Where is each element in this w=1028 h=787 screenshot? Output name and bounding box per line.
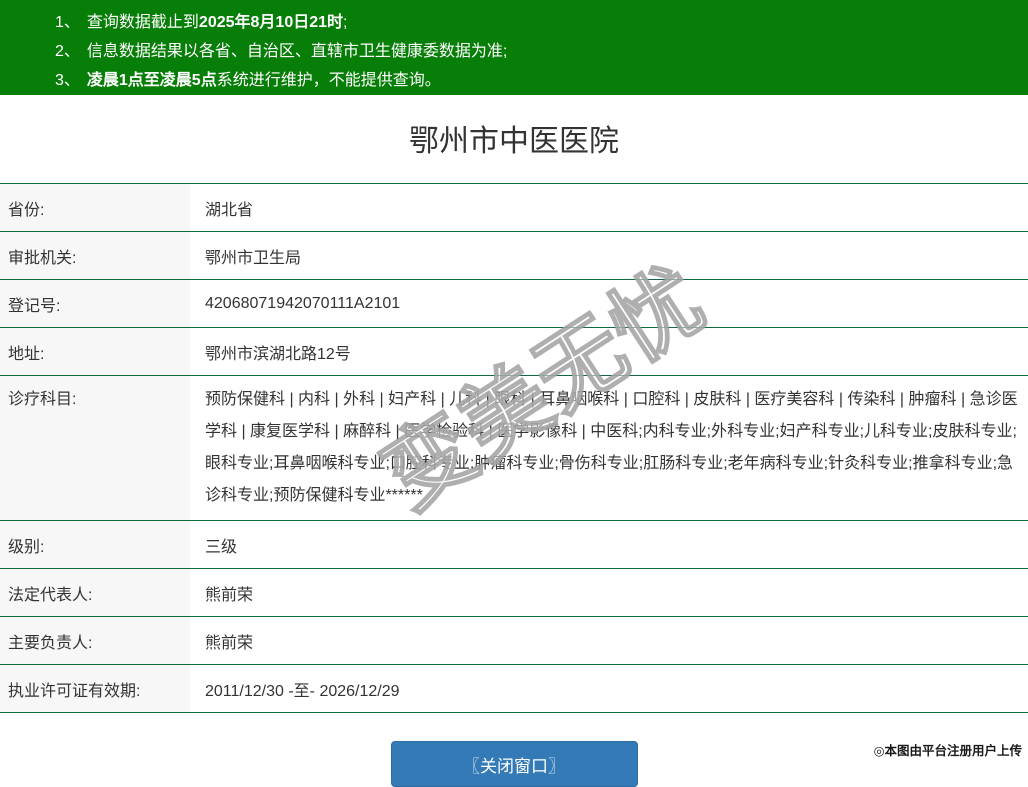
notice-header: 1、 查询数据截止到2025年8月10日21时; 2、 信息数据结果以各省、自治区、… (0, 0, 1028, 95)
table-row-license-validity: 执业许可证有效期: 2011/12/30 -至- 2026/12/29 (0, 664, 1028, 713)
close-window-button[interactable]: 〖关闭窗口〗 (390, 741, 638, 787)
field-label: 登记号: (0, 279, 190, 328)
field-label: 执业许可证有效期: (0, 664, 190, 713)
notice-number: 2、 (55, 43, 80, 60)
notice-text-bold: 2025年8月10日21时 (198, 14, 344, 31)
notice-line-1: 1、 查询数据截止到2025年8月10日21时; (55, 8, 1028, 37)
page-title: 鄂州市中医医院 (409, 125, 619, 158)
field-label: 地址: (0, 327, 190, 376)
field-value: 湖北省 (205, 201, 254, 219)
field-value: 熊前荣 (205, 586, 254, 604)
notice-text: ; (343, 14, 348, 31)
table-row-approval-authority: 审批机关: 鄂州市卫生局 (0, 231, 1028, 280)
notice-text: 查询数据截止到 (86, 14, 199, 31)
upload-stamp-text: ◎本图由平台注册用户上传 (873, 744, 1022, 758)
notice-text: 信息数据结果以各省、自治区、直辖市卫生健康委数据为准; (86, 43, 508, 60)
field-label: 省份: (0, 183, 190, 232)
field-value: 鄂州市卫生局 (205, 249, 302, 267)
table-row-legal-representative: 法定代表人: 熊前荣 (0, 568, 1028, 617)
table-row-address: 地址: 鄂州市滨湖北路12号 (0, 327, 1028, 376)
table-row-main-person-in-charge: 主要负责人: 熊前荣 (0, 616, 1028, 665)
field-value: 鄂州市滨湖北路12号 (205, 345, 351, 363)
notice-number: 1、 (55, 14, 80, 31)
notice-line-2: 2、 信息数据结果以各省、自治区、直辖市卫生健康委数据为准; (55, 37, 1028, 66)
table-row-medical-departments: 诊疗科目: 预防保健科 | 内科 | 外科 | 妇产科 | 儿科 | 眼科 | … (0, 375, 1028, 521)
field-value: 2011/12/30 -至- 2026/12/29 (205, 682, 400, 700)
notice-number: 3、 (55, 72, 80, 89)
table-row-province: 省份: 湖北省 (0, 183, 1028, 232)
field-label: 主要负责人: (0, 616, 190, 665)
field-label: 法定代表人: (0, 568, 190, 617)
field-value: 熊前荣 (205, 634, 254, 652)
field-label: 诊疗科目: (0, 375, 190, 521)
table-row-level: 级别: 三级 (0, 520, 1028, 569)
notice-line-3: 3、 凌晨1点至凌晨5点系统进行维护，不能提供查询。 (55, 66, 1028, 95)
field-value: 三级 (205, 538, 238, 556)
notice-text-bold: 凌晨1点至凌晨5点 (86, 72, 217, 89)
table-row-registration-number: 登记号: 42068071942070111A2101 (0, 279, 1028, 328)
field-label: 审批机关: (0, 231, 190, 280)
field-label: 级别: (0, 520, 190, 569)
field-value: 42068071942070111A2101 (205, 294, 401, 312)
field-value: 预防保健科 | 内科 | 外科 | 妇产科 | 儿科 | 眼科 | 耳鼻咽喉科 … (205, 391, 1018, 504)
notice-text: 系统进行维护，不能提供查询。 (216, 72, 441, 89)
hospital-info-table: 省份: 湖北省 审批机关: 鄂州市卫生局 登记号: 42068071942070… (0, 183, 1028, 713)
